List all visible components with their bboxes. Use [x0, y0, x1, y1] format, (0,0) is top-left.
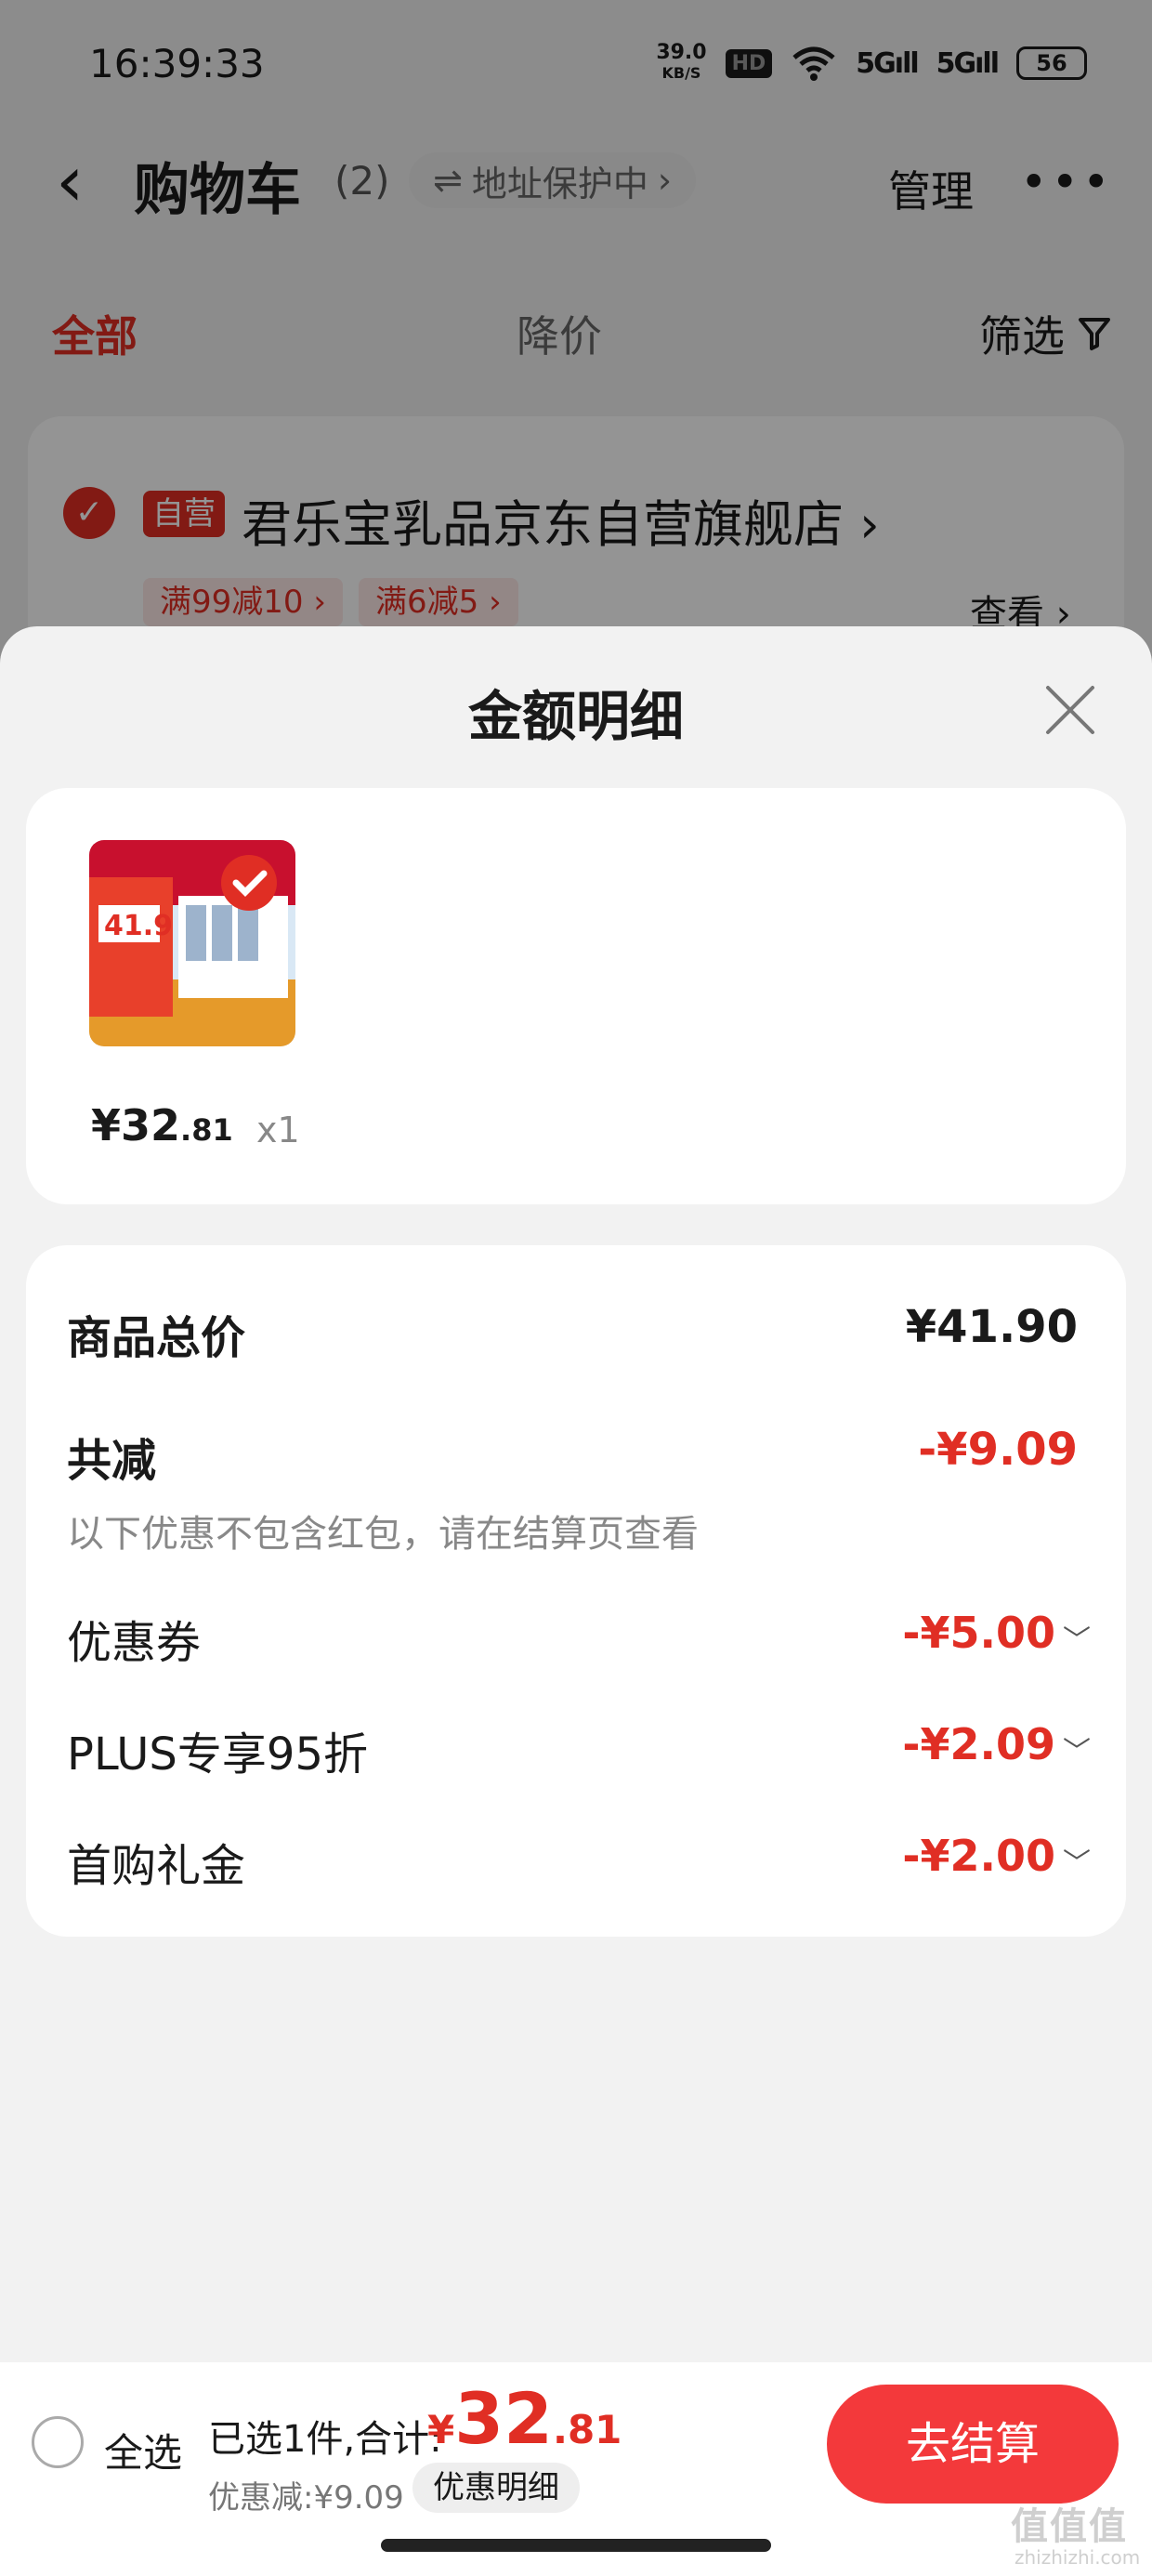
watermark-site: zhizhizhi.com — [1015, 2546, 1141, 2569]
total-reduce-value: -¥9.09 — [918, 1424, 1078, 1476]
watermark-logo: 值值值 — [1011, 2505, 1128, 2548]
total-price: ¥32.81 — [427, 2377, 622, 2460]
select-all-checkbox[interactable] — [32, 2416, 84, 2468]
chevron-down-icon[interactable]: ﹀ — [1063, 1617, 1091, 1658]
discount-detail-button[interactable]: 优惠明细 — [412, 2463, 580, 2513]
coupon-label: 优惠券 — [67, 1617, 202, 1669]
item-price: ¥32.81 — [91, 1100, 233, 1150]
select-all-label[interactable]: 全选 — [104, 2422, 182, 2478]
total-price-label: 商品总价 — [67, 1312, 246, 1364]
chevron-down-icon[interactable]: ﹀ — [1063, 1728, 1091, 1769]
plus-discount-value[interactable]: -¥2.09 — [902, 1719, 1055, 1769]
product-image[interactable]: 41.9 — [89, 840, 295, 1046]
item-quantity: x1 — [256, 1110, 300, 1150]
saved-amount: 优惠减:¥9.09 — [208, 2479, 404, 2517]
product-image-price: 41.9 — [104, 910, 173, 942]
close-icon[interactable] — [1041, 680, 1100, 740]
total-reduce-label: 共减 — [67, 1435, 157, 1487]
sheet-title: 金额明细 — [467, 685, 684, 748]
plus-discount-label: PLUS专享95折 — [67, 1728, 368, 1781]
first-purchase-value[interactable]: -¥2.00 — [902, 1831, 1055, 1881]
total-price-value: ¥41.90 — [905, 1301, 1078, 1353]
home-indicator[interactable] — [381, 2539, 771, 2552]
coupon-value[interactable]: -¥5.00 — [902, 1608, 1055, 1658]
checkout-button[interactable]: 去结算 — [827, 2385, 1119, 2504]
first-purchase-label: 首购礼金 — [67, 1840, 246, 1892]
chevron-down-icon[interactable]: ﹀ — [1063, 1840, 1091, 1881]
discount-note: 以下优惠不包含红包，请在结算页查看 — [67, 1513, 699, 1556]
selected-summary: 已选1件,合计: — [208, 2418, 442, 2461]
